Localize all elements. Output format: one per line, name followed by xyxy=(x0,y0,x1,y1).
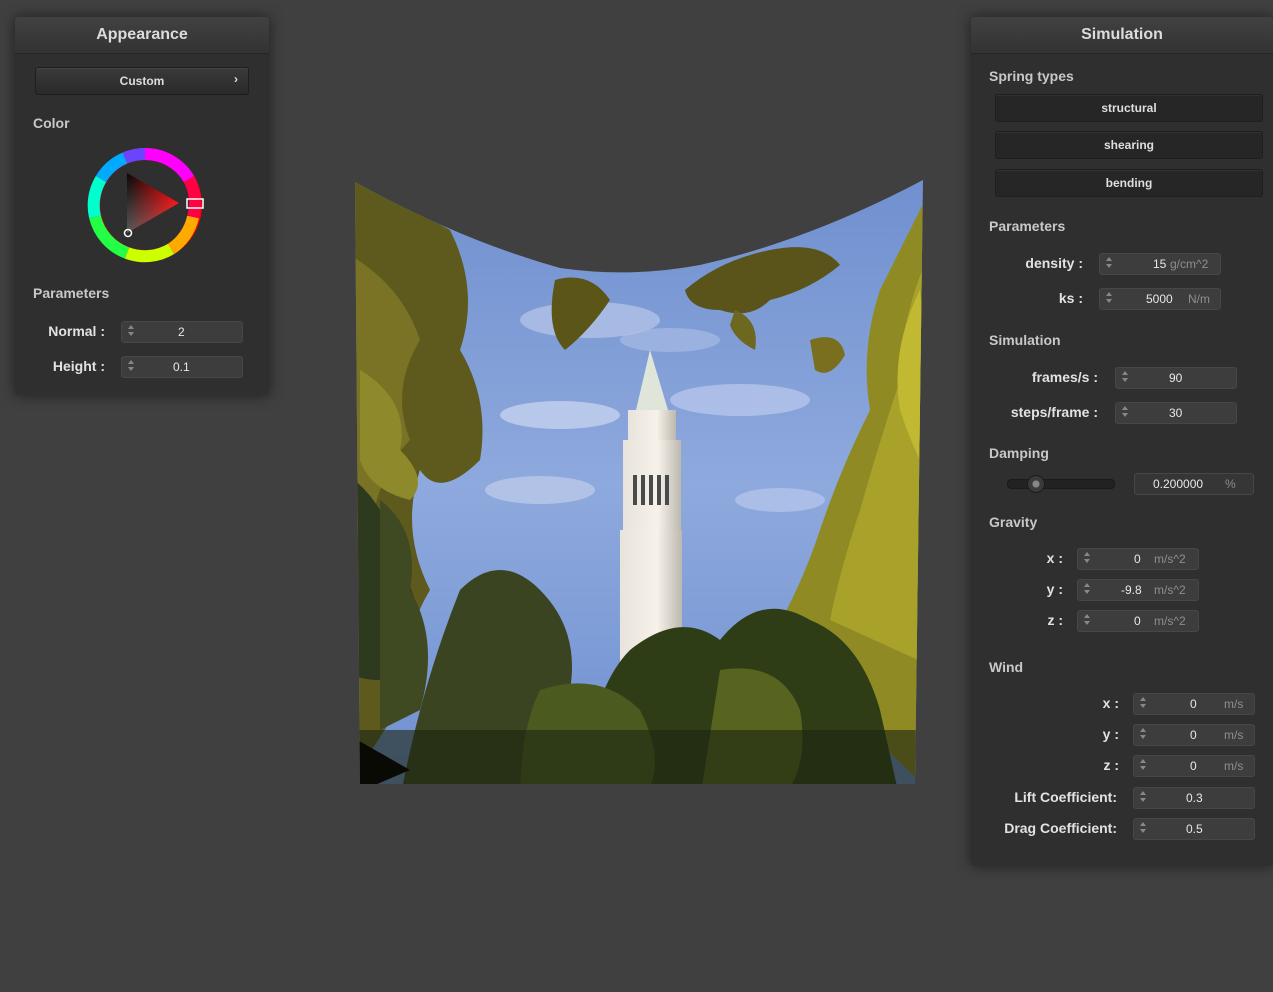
normal-label: Normal : xyxy=(48,323,105,339)
normal-value: 2 xyxy=(178,325,185,339)
color-section-label: Color xyxy=(33,115,70,131)
appearance-panel: Appearance Custom › Color Parameters Nor… xyxy=(15,17,269,395)
gravity-y-unit: m/s^2 xyxy=(1154,583,1186,597)
wind-y-input[interactable]: 0 m/s xyxy=(1133,724,1255,746)
density-unit: g/cm^2 xyxy=(1170,257,1209,271)
wind-x-unit: m/s xyxy=(1224,697,1244,711)
appearance-parameters-label: Parameters xyxy=(33,285,110,301)
wind-y-unit: m/s xyxy=(1224,728,1244,742)
spinner-icon[interactable] xyxy=(1083,551,1091,565)
simulation-panel-title[interactable]: Simulation xyxy=(971,17,1273,54)
drag-coefficient-value: 0.5 xyxy=(1186,822,1203,836)
density-value: 15 xyxy=(1153,257,1167,271)
damping-unit: % xyxy=(1225,477,1236,491)
normal-input[interactable]: 2 xyxy=(121,321,243,343)
spinner-icon[interactable] xyxy=(1105,291,1113,305)
gravity-y-input[interactable]: -9.8 m/s^2 xyxy=(1077,579,1199,601)
gravity-y-label: y : xyxy=(1046,581,1063,597)
wind-y-value: 0 xyxy=(1190,728,1197,742)
preset-dropdown[interactable]: Custom › xyxy=(35,67,249,95)
wind-z-unit: m/s xyxy=(1224,759,1244,773)
sim-parameters-label: Parameters xyxy=(989,218,1066,234)
chevron-right-icon: › xyxy=(234,72,238,86)
lift-coefficient-label: Lift Coefficient: xyxy=(1014,789,1117,805)
gravity-z-value: 0 xyxy=(1134,614,1141,628)
preset-dropdown-label: Custom xyxy=(119,74,165,88)
density-label: density : xyxy=(1025,255,1083,271)
wind-z-label: z : xyxy=(1103,757,1119,773)
gravity-z-label: z : xyxy=(1047,612,1063,628)
simulation-panel: Simulation Spring types structural shear… xyxy=(971,17,1273,866)
spring-types-label: Spring types xyxy=(989,68,1074,84)
spinner-icon[interactable] xyxy=(1121,370,1129,384)
spinner-icon[interactable] xyxy=(1139,758,1147,772)
wind-label: Wind xyxy=(989,659,1024,675)
height-value: 0.1 xyxy=(173,360,190,374)
spinner-icon[interactable] xyxy=(1139,727,1147,741)
wind-x-input[interactable]: 0 m/s xyxy=(1133,693,1255,715)
steps-label: steps/frame : xyxy=(1010,404,1098,420)
fps-input[interactable]: 90 xyxy=(1115,367,1237,389)
gravity-z-unit: m/s^2 xyxy=(1154,614,1186,628)
drag-coefficient-label: Drag Coefficient: xyxy=(1004,820,1117,836)
spinner-icon[interactable] xyxy=(1121,405,1129,419)
spinner-icon[interactable] xyxy=(1083,613,1091,627)
damping-slider[interactable] xyxy=(1007,479,1115,489)
lift-coefficient-input[interactable]: 0.3 xyxy=(1133,787,1255,809)
steps-input[interactable]: 30 xyxy=(1115,402,1237,424)
spinner-icon[interactable] xyxy=(1083,582,1091,596)
wind-z-value: 0 xyxy=(1190,759,1197,773)
height-label: Height : xyxy=(52,358,105,374)
gravity-z-input[interactable]: 0 m/s^2 xyxy=(1077,610,1199,632)
wind-y-label: y : xyxy=(1102,726,1119,742)
fps-value: 90 xyxy=(1169,371,1183,385)
damping-value: 0.200000 xyxy=(1153,477,1204,491)
spinner-icon[interactable] xyxy=(1105,256,1113,270)
color-wheel[interactable] xyxy=(87,145,207,265)
wind-x-value: 0 xyxy=(1190,697,1197,711)
ks-value: 5000 xyxy=(1146,292,1173,306)
ks-input[interactable]: 5000 N/m xyxy=(1099,288,1221,310)
gravity-x-unit: m/s^2 xyxy=(1154,552,1186,566)
wind-x-label: x : xyxy=(1102,695,1119,711)
gravity-label: Gravity xyxy=(989,514,1038,530)
height-input[interactable]: 0.1 xyxy=(121,356,243,378)
spinner-icon[interactable] xyxy=(127,359,135,373)
fps-label: frames/s : xyxy=(1031,369,1098,385)
damping-label: Damping xyxy=(989,445,1049,461)
drag-coefficient-input[interactable]: 0.5 xyxy=(1133,818,1255,840)
density-input[interactable]: 15 g/cm^2 xyxy=(1099,253,1221,275)
damping-slider-handle[interactable] xyxy=(1027,475,1045,493)
ks-unit: N/m xyxy=(1188,292,1210,306)
spinner-icon[interactable] xyxy=(1139,821,1147,835)
simulation-section-label: Simulation xyxy=(989,332,1061,348)
gravity-x-label: x : xyxy=(1046,550,1063,566)
gravity-y-value: -9.8 xyxy=(1121,583,1142,597)
spinner-icon[interactable] xyxy=(127,324,135,338)
cloth-render[interactable] xyxy=(340,170,940,800)
spinner-icon[interactable] xyxy=(1139,790,1147,804)
shearing-button[interactable]: shearing xyxy=(995,131,1263,159)
bending-button[interactable]: bending xyxy=(995,169,1263,197)
spinner-icon[interactable] xyxy=(1139,696,1147,710)
gravity-x-input[interactable]: 0 m/s^2 xyxy=(1077,548,1199,570)
structural-button[interactable]: structural xyxy=(995,94,1263,122)
gravity-x-value: 0 xyxy=(1134,552,1141,566)
lift-coefficient-value: 0.3 xyxy=(1186,791,1203,805)
steps-value: 30 xyxy=(1169,406,1183,420)
ks-label: ks : xyxy=(1058,290,1083,306)
damping-input[interactable]: 0.200000 % xyxy=(1134,473,1254,495)
wind-z-input[interactable]: 0 m/s xyxy=(1133,755,1255,777)
appearance-panel-title[interactable]: Appearance xyxy=(15,17,269,54)
